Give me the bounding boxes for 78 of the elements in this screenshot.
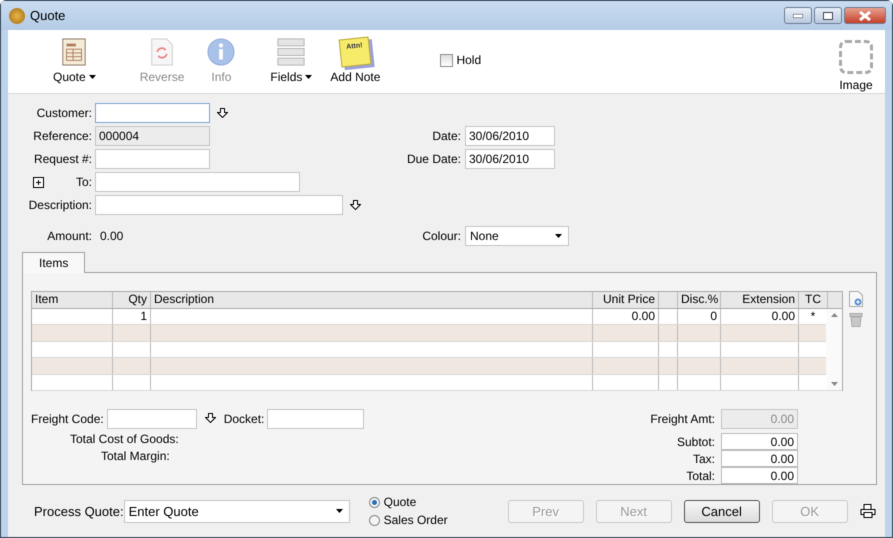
toolbar-button[interactable]: Quote — [53, 38, 96, 84]
total-label: Freight Amt: — [650, 412, 716, 426]
table-cell: 1 — [140, 309, 147, 323]
scroll-up-icon — [830, 313, 838, 317]
input-field[interactable] — [95, 195, 343, 215]
image-placeholder-icon — [839, 40, 873, 74]
table-cell: 0 — [710, 309, 717, 323]
input-field[interactable] — [106, 409, 197, 429]
table-cell: 0.00 — [772, 309, 795, 323]
document-icon — [61, 38, 88, 66]
column-header: Extension — [721, 292, 799, 308]
field-label: To: — [76, 175, 93, 189]
field-label: Request #: — [32, 152, 93, 166]
printer-icon[interactable] — [860, 504, 876, 518]
total-margin-label: Total Margin: — [100, 449, 171, 463]
total-label: Total: — [685, 468, 716, 482]
tab[interactable]: Items — [22, 252, 86, 273]
maximize-button[interactable] — [814, 7, 842, 24]
expand-icon[interactable] — [33, 176, 44, 188]
total-cost-label: Total Cost of Goods: — [69, 432, 180, 446]
field-label: Reference: — [32, 129, 93, 143]
down-arrow-icon — [217, 108, 228, 118]
radio-option[interactable]: Sales Order — [368, 513, 448, 527]
scrollbar[interactable] — [826, 309, 842, 390]
field-label: Due Date: — [406, 152, 462, 166]
column-header: Qty — [113, 292, 151, 308]
input-field[interactable] — [95, 149, 210, 169]
column-header: Description — [151, 292, 593, 308]
amount-value: 0.00 — [99, 229, 124, 243]
table-cell: * — [810, 309, 816, 323]
total-field[interactable]: 0.00 — [721, 433, 798, 450]
down-arrow-icon — [204, 413, 216, 423]
input-field[interactable]: 30/06/2010 — [465, 126, 555, 146]
close-icon — [859, 10, 871, 20]
scroll-down-icon — [830, 382, 838, 386]
field-label: Process Quote: — [34, 504, 124, 518]
field-label: Description: — [28, 198, 93, 212]
input-field[interactable] — [95, 172, 300, 192]
colour-dropdown[interactable]: None — [465, 226, 569, 246]
field-label: Amount: — [46, 229, 93, 243]
column-header: Item — [32, 292, 113, 308]
total-field[interactable]: 0.00 — [721, 467, 798, 484]
column-header: Disc.% — [678, 292, 721, 308]
toolbar-button[interactable]: Fields — [270, 38, 312, 84]
input-field[interactable] — [267, 409, 364, 429]
maximize-icon — [823, 12, 833, 20]
total-label: Tax: — [692, 452, 716, 466]
column-header: TC — [799, 292, 828, 308]
refresh-document-icon — [150, 38, 174, 66]
trash-icon[interactable] — [849, 313, 863, 327]
fields-icon — [275, 38, 308, 66]
radio-option[interactable]: Quote — [368, 495, 448, 509]
column-header: Unit Price — [593, 292, 659, 308]
hold-checkbox[interactable]: Hold — [440, 53, 482, 67]
minimize-button[interactable] — [784, 7, 812, 24]
close-button[interactable] — [844, 7, 886, 24]
app-logo-icon — [9, 8, 25, 24]
window-title: Quote — [30, 8, 66, 23]
input-field[interactable]: 30/06/2010 — [465, 149, 555, 169]
input-field[interactable] — [95, 103, 210, 123]
dialog-button[interactable]: Cancel — [684, 500, 760, 522]
total-label: Subtot: — [676, 434, 716, 448]
add-row-icon[interactable] — [849, 291, 863, 307]
total-field[interactable]: 0.00 — [721, 450, 798, 467]
dropdown-caret-icon — [336, 509, 343, 513]
table-cell: 0.00 — [632, 309, 655, 323]
down-arrow-icon — [350, 200, 361, 210]
input-field[interactable]: 000004 — [95, 126, 210, 146]
field-label: Docket: — [224, 412, 266, 426]
field-label: Customer: — [36, 106, 93, 120]
field-label: Freight Code: — [31, 412, 105, 426]
image-button[interactable]: Image — [839, 40, 873, 92]
info-icon — [206, 38, 236, 66]
dropdown-caret-icon — [555, 234, 562, 238]
process-dropdown[interactable]: Enter Quote — [124, 500, 350, 522]
field-label: Date: — [431, 129, 462, 143]
field-label: Colour: — [421, 229, 462, 243]
minimize-icon — [793, 14, 803, 18]
